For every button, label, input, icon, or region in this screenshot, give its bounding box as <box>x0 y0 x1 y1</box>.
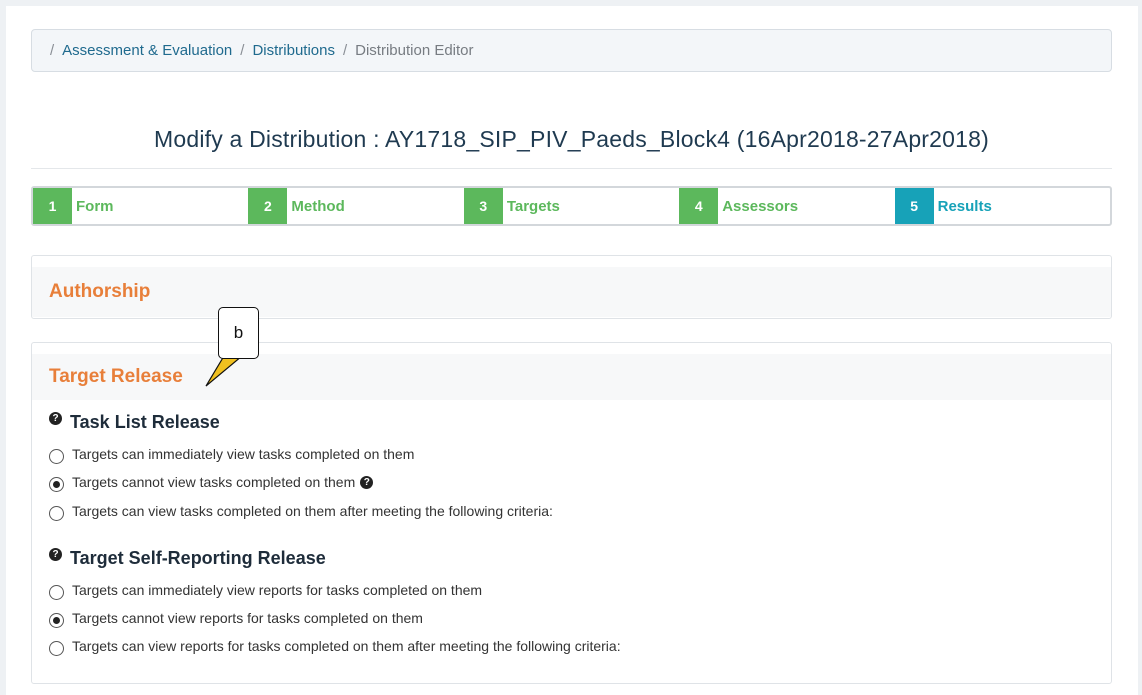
option-label: Targets can view reports for tasks compl… <box>72 638 621 654</box>
task-list-release-heading: ? Task List Release <box>49 412 220 433</box>
step-label: Results <box>937 197 992 215</box>
step-form[interactable]: 1 Form <box>33 188 248 224</box>
section-title: Task List Release <box>70 412 220 432</box>
radio-button[interactable] <box>49 640 64 656</box>
step-number: 1 <box>33 188 72 224</box>
option-label: Targets can immediately view tasks compl… <box>72 446 415 462</box>
breadcrumb-assessment-evaluation[interactable]: Assessment & Evaluation <box>62 42 232 59</box>
self-reporting-option-cannot[interactable]: Targets cannot view reports for tasks co… <box>49 610 423 628</box>
page-container: / Assessment & Evaluation / Distribution… <box>6 6 1138 695</box>
option-label: Targets can view tasks completed on them… <box>72 503 553 519</box>
step-targets[interactable]: 3 Targets <box>463 188 679 224</box>
page-title: Modify a Distribution : AY1718_SIP_PIV_P… <box>153 126 989 152</box>
step-assessors[interactable]: 4 Assessors <box>679 188 894 224</box>
breadcrumb-current: Distribution Editor <box>355 42 474 59</box>
option-label: Targets cannot view reports for tasks co… <box>72 610 423 626</box>
radio-button[interactable] <box>49 448 64 464</box>
step-number: 4 <box>679 188 719 224</box>
self-reporting-option-criteria[interactable]: Targets can view reports for tasks compl… <box>49 638 621 656</box>
step-number: 2 <box>248 188 288 224</box>
option-label: Targets cannot view tasks completed on t… <box>72 474 356 490</box>
option-label: Targets can immediately view reports for… <box>72 582 483 598</box>
authorship-panel: Authorship <box>31 255 1112 319</box>
step-number: 3 <box>463 188 503 224</box>
callout-tail <box>205 356 243 387</box>
callout-marker: b <box>218 307 259 359</box>
step-label: Method <box>291 197 345 215</box>
task-list-option-immediate[interactable]: Targets can immediately view tasks compl… <box>49 446 415 464</box>
step-label: Assessors <box>722 197 799 215</box>
self-reporting-option-immediate[interactable]: Targets can immediately view reports for… <box>49 582 483 600</box>
target-release-heading[interactable]: Target Release <box>32 354 1111 400</box>
authorship-heading[interactable]: Authorship <box>32 267 1111 317</box>
radio-button[interactable] <box>49 476 64 492</box>
radio-button[interactable] <box>49 505 64 521</box>
breadcrumb: / Assessment & Evaluation / Distribution… <box>31 29 1112 72</box>
question-circle-icon[interactable]: ? <box>49 548 62 561</box>
step-label: Targets <box>506 197 560 215</box>
question-circle-icon[interactable]: ? <box>49 412 62 425</box>
task-list-option-criteria[interactable]: Targets can view tasks completed on them… <box>49 503 553 521</box>
section-title: Target Self-Reporting Release <box>70 548 326 568</box>
step-method[interactable]: 2 Method <box>248 188 463 224</box>
breadcrumb-distributions[interactable]: Distributions <box>252 42 335 59</box>
step-number: 5 <box>894 188 934 224</box>
title-divider <box>31 168 1112 169</box>
radio-button[interactable] <box>49 612 64 628</box>
self-reporting-release-heading: ? Target Self-Reporting Release <box>49 548 326 569</box>
task-list-option-cannot[interactable]: Targets cannot view tasks completed on t… <box>49 474 374 492</box>
question-circle-icon[interactable]: ? <box>360 475 374 489</box>
step-results[interactable]: 5 Results <box>894 188 1110 224</box>
step-label: Form <box>76 197 114 215</box>
wizard-steps: 1 Form 2 Method 3 Targets 4 Assessors 5 … <box>31 186 1112 226</box>
radio-button[interactable] <box>49 584 64 600</box>
